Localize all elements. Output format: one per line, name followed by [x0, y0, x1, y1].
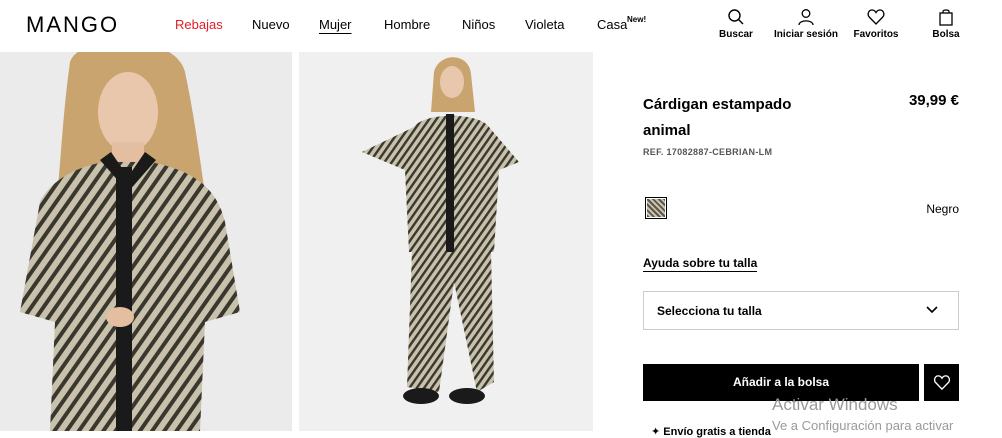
selected-color-name: Negro: [926, 202, 959, 216]
heart-icon: [867, 9, 885, 25]
login-label: Iniciar sesión: [774, 29, 838, 40]
product-image-front[interactable]: [0, 52, 292, 431]
swatch-pattern: [647, 199, 665, 217]
size-dropdown-label: Selecciona tu talla: [657, 304, 762, 318]
nav-item-nuevo[interactable]: Nuevo: [252, 17, 290, 32]
product-price: 39,99 €: [908, 92, 959, 109]
search-icon: [728, 9, 744, 25]
new-badge: New!: [627, 15, 647, 24]
color-swatch-animal-print[interactable]: [645, 197, 667, 219]
product-title: Cárdigan estampado animal: [643, 96, 792, 139]
nav-item-ninos[interactable]: Niños: [462, 17, 495, 32]
search-button[interactable]: Buscar: [719, 8, 753, 40]
nav-item-hombre[interactable]: Hombre: [384, 17, 430, 32]
product-image-full[interactable]: [299, 52, 593, 431]
nav-item-casa[interactable]: Casa New!: [597, 15, 646, 32]
site-header: MANGO Rebajas Nuevo Mujer Hombre Niños V…: [0, 0, 1002, 52]
chevron-down-icon: [926, 306, 938, 314]
heart-icon: [933, 375, 951, 391]
login-button[interactable]: Iniciar sesión: [772, 8, 840, 40]
bag-icon: [939, 9, 953, 26]
nav-item-violeta[interactable]: Violeta: [525, 17, 565, 32]
nav-item-mujer[interactable]: Mujer: [319, 17, 352, 32]
mango-logo[interactable]: MANGO: [26, 12, 119, 38]
add-to-favorites-button[interactable]: [924, 364, 959, 401]
free-shipping-note: ✦ Envío gratis a tienda: [651, 426, 771, 438]
product-reference: REF. 17082887-CEBRIAN-LM: [643, 147, 773, 157]
model-fullbody-illustration: [299, 52, 593, 431]
add-to-bag-button[interactable]: Añadir a la bolsa: [643, 364, 919, 401]
bag-label: Bolsa: [932, 29, 960, 40]
search-label: Buscar: [719, 29, 753, 40]
user-icon: [798, 9, 814, 26]
model-closeup-illustration: [0, 52, 292, 431]
nav-item-casa-label: Casa: [597, 17, 628, 32]
size-dropdown[interactable]: Selecciona tu talla: [643, 291, 959, 330]
size-help-link[interactable]: Ayuda sobre tu talla: [643, 256, 758, 272]
favorites-label: Favoritos: [853, 29, 899, 40]
bag-button[interactable]: Bolsa: [930, 8, 962, 40]
favorites-button[interactable]: Favoritos: [852, 8, 900, 40]
nav-item-rebajas[interactable]: Rebajas: [175, 17, 223, 32]
